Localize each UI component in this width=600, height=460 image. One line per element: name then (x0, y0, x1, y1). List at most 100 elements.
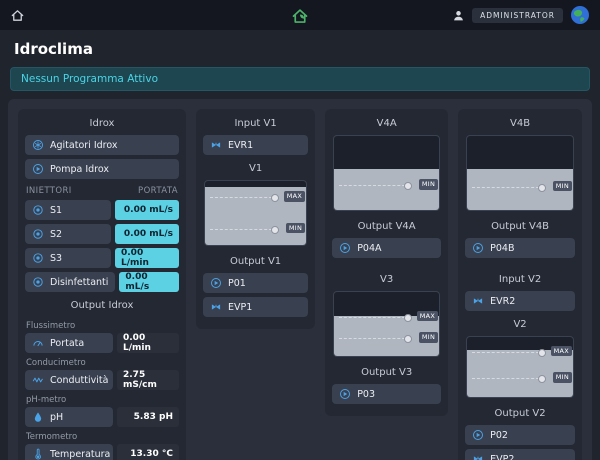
injector-disinfettanti-value[interactable]: 0.00 mL/s (119, 272, 179, 292)
p01-button[interactable]: P01 (203, 273, 308, 293)
evp2-button[interactable]: EVP2 (465, 449, 575, 460)
p03-button[interactable]: P03 (332, 384, 441, 404)
pump-icon (472, 429, 484, 441)
p02-button[interactable]: P02 (465, 425, 575, 445)
iniettori-header: INIETTORI (26, 186, 72, 196)
marker-line (339, 185, 410, 186)
pump-icon (472, 242, 484, 254)
valve-icon (472, 295, 484, 307)
administrator-badge[interactable]: ADMINISTRATOR (472, 8, 563, 23)
top-bar: ADMINISTRATOR (0, 0, 600, 30)
injector-row-s2: S2 0.00 mL/s (25, 224, 179, 244)
ph-sensor-row: pH 5.83 pH (25, 407, 179, 427)
conductivity-sensor-row: Conduttività 2.75 mS/cm (25, 370, 179, 390)
agitatori-idrox-button[interactable]: Agitatori Idrox (25, 135, 179, 155)
p01-label: P01 (228, 278, 246, 289)
pump-icon (210, 277, 222, 289)
injector-s1-value[interactable]: 0.00 mL/s (115, 200, 179, 220)
min-badge: MIN (553, 372, 572, 383)
evr2-label: EVR2 (490, 296, 515, 307)
injectors-header-row: INIETTORI PORTATA (25, 183, 179, 200)
injector-s1-label: S1 (50, 205, 62, 216)
evr2-button[interactable]: EVR2 (465, 291, 575, 311)
p04b-button[interactable]: P04B (465, 238, 575, 258)
v3-title: V3 (332, 270, 441, 291)
max-badge: MAX (284, 191, 305, 202)
v1-title: V1 (203, 159, 308, 180)
conducimetro-group-label: Conducimetro (25, 354, 179, 370)
topbar-right: ADMINISTRATOR (452, 5, 590, 25)
valve-icon (210, 301, 222, 313)
flow-sensor-value: 0.00 L/min (117, 333, 179, 353)
injector-s3-button[interactable]: S3 (25, 248, 111, 268)
injector-icon (32, 252, 44, 264)
no-program-banner: Nessun Programma Attivo (10, 67, 590, 91)
evr1-button[interactable]: EVR1 (203, 135, 308, 155)
temperature-sensor-label: Temperatura (50, 449, 110, 460)
pompa-idrox-button[interactable]: Pompa Idrox (25, 159, 179, 179)
p04a-button[interactable]: P04A (332, 238, 441, 258)
v3-max-handle[interactable] (404, 314, 412, 322)
ph-metro-group-label: pH-metro (25, 391, 179, 407)
flow-sensor-row: Portata 0.00 L/min (25, 333, 179, 353)
min-badge: MIN (419, 179, 438, 190)
evp2-label: EVP2 (490, 454, 514, 460)
user-icon (452, 9, 465, 22)
p04a-label: P04A (357, 243, 381, 254)
idrox-title: Idrox (25, 114, 179, 135)
injector-s1-button[interactable]: S1 (25, 200, 111, 220)
injector-disinfettanti-label: Disinfettanti (50, 277, 108, 288)
injector-s3-label: S3 (50, 253, 62, 264)
marker-line (472, 352, 544, 353)
ph-sensor: pH (25, 407, 113, 427)
v2-min-handle[interactable] (538, 375, 546, 383)
max-badge: MAX (417, 311, 438, 322)
marker-line (472, 187, 544, 188)
max-badge: MAX (551, 346, 572, 357)
injector-disinfettanti-button[interactable]: Disinfettanti (25, 272, 115, 292)
valve-icon (210, 139, 222, 151)
v4a-title: V4A (332, 114, 441, 135)
evp1-label: EVP1 (228, 302, 252, 313)
output-v1-title: Output V1 (203, 252, 308, 273)
portata-header: PORTATA (138, 186, 178, 196)
conductivity-sensor-label: Conduttività (50, 375, 108, 386)
ph-sensor-label: pH (50, 412, 63, 423)
v1-min-handle[interactable] (271, 226, 279, 234)
v4b-min-handle[interactable] (538, 184, 546, 192)
marker-line (472, 378, 544, 379)
idrox-panel: Idrox Agitatori Idrox Pompa Idrox INIETT… (18, 109, 186, 460)
min-badge: MIN (286, 223, 305, 234)
evr1-label: EVR1 (228, 140, 253, 151)
output-v4a-title: Output V4A (332, 217, 441, 238)
tank-v4a: MIN (333, 135, 440, 211)
p02-label: P02 (490, 430, 508, 441)
output-v2-title: Output V2 (465, 404, 575, 425)
marker-line (339, 338, 410, 339)
input-v1-title: Input V1 (203, 114, 308, 135)
pump-icon (339, 388, 351, 400)
v1-panel: Input V1 EVR1 V1 MAX MIN Output V1 P01 (196, 109, 315, 329)
injector-s3-value[interactable]: 0.00 L/min (115, 248, 179, 268)
min-badge: MIN (553, 181, 572, 192)
min-badge: MIN (419, 332, 438, 343)
marker-line (339, 317, 410, 318)
v2-max-handle[interactable] (538, 349, 546, 357)
p04b-label: P04B (490, 243, 514, 254)
injector-s2-label: S2 (50, 229, 62, 240)
agitatori-label: Agitatori Idrox (50, 140, 118, 151)
v4a-v3-panel: V4A MIN Output V4A P04A V3 MAX (325, 109, 448, 416)
v2-title: V2 (465, 315, 575, 336)
main-panel: Idrox Agitatori Idrox Pompa Idrox INIETT… (8, 99, 592, 460)
globe-icon[interactable] (570, 5, 590, 25)
pompa-label: Pompa Idrox (50, 164, 109, 175)
home-button[interactable] (10, 8, 25, 23)
injector-s2-button[interactable]: S2 (25, 224, 111, 244)
input-v2-title: Input V2 (465, 270, 575, 291)
injector-icon (32, 204, 44, 216)
injector-s2-value[interactable]: 0.00 mL/s (115, 224, 179, 244)
output-v4b-title: Output V4B (465, 217, 575, 238)
droplet-icon (32, 411, 44, 423)
page-title: Idroclima (0, 30, 600, 67)
evp1-button[interactable]: EVP1 (203, 297, 308, 317)
